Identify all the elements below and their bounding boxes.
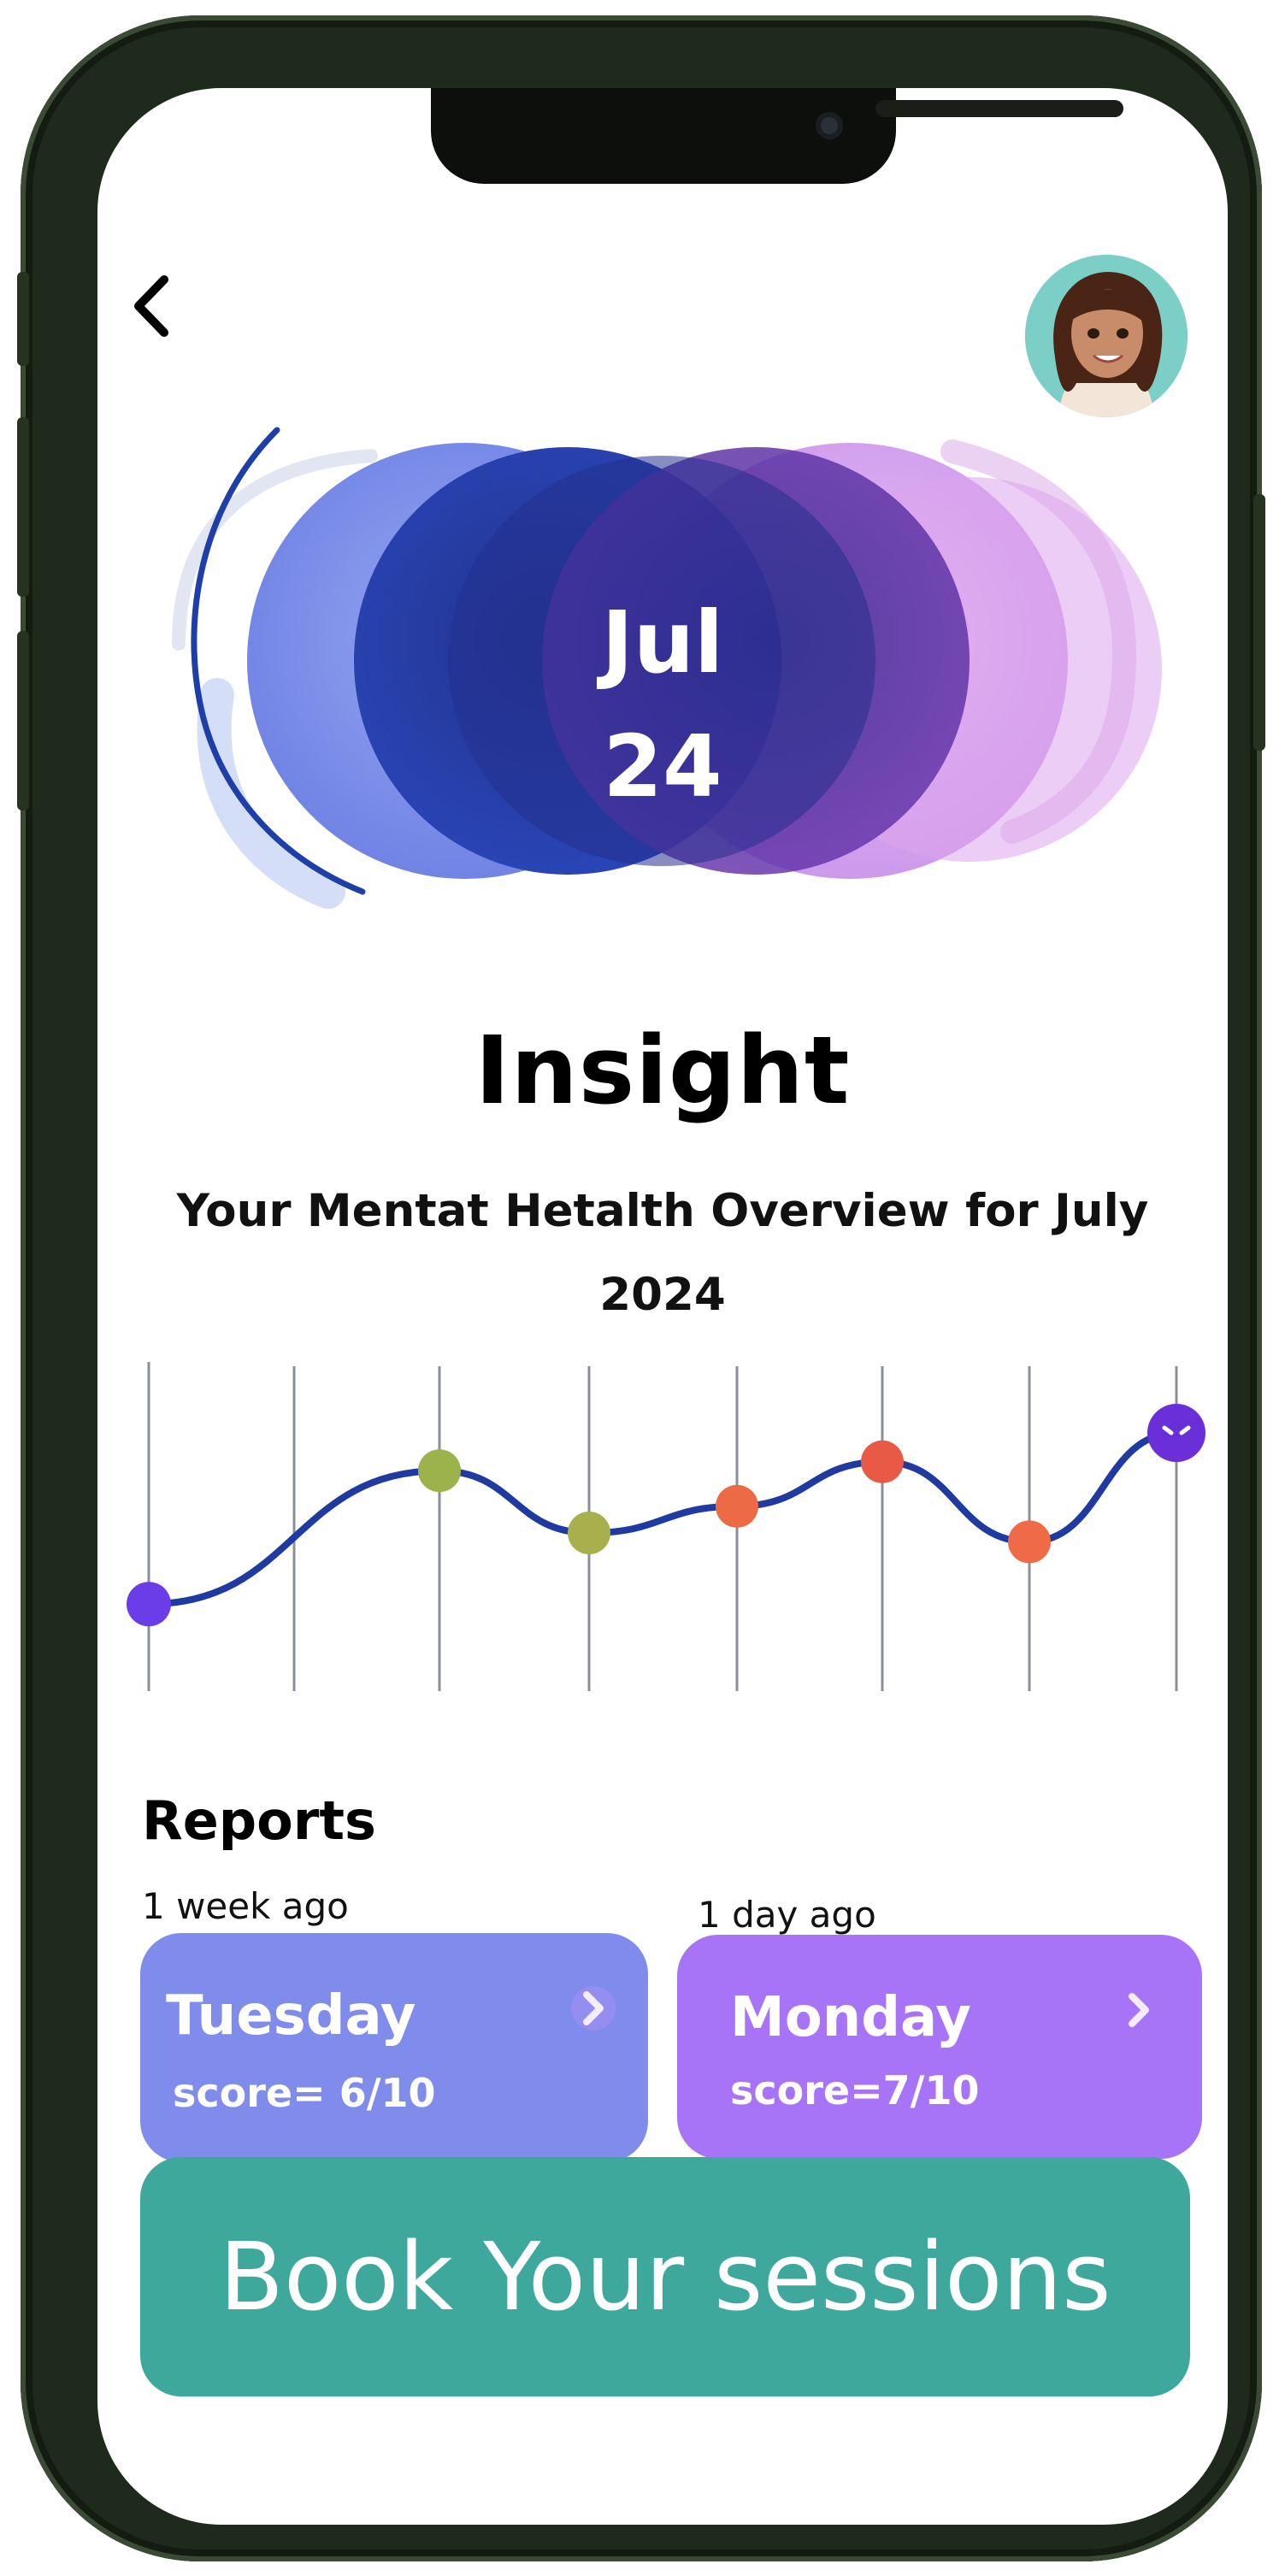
report-card-tuesday[interactable]: Tuesday score= 6/10: [140, 1933, 648, 2162]
chevron-right-icon: [1129, 1993, 1149, 2027]
report-score-tuesday: score= 6/10: [173, 2070, 436, 2116]
mood-point: [861, 1440, 904, 1483]
date-month: Jul: [601, 592, 724, 693]
mood-point: [716, 1484, 758, 1528]
volume-up-button: [17, 417, 29, 597]
date-orb: Jul 24: [97, 387, 1228, 917]
volume-down-button: [17, 631, 29, 811]
book-sessions-button[interactable]: Book Your sessions: [140, 2157, 1190, 2396]
report-score-monday: score=7/10: [730, 2067, 980, 2113]
back-button[interactable]: [115, 268, 192, 345]
phone-frame: Jul 24 Insight Your Mentat Hetalth Overv…: [17, 15, 1265, 2561]
report-day-tuesday: Tuesday: [166, 1984, 416, 2048]
mood-point: [418, 1449, 461, 1493]
notch: [431, 88, 1123, 184]
front-camera: [816, 112, 843, 139]
chevron-left-icon: [134, 275, 168, 337]
mute-switch: [17, 272, 29, 366]
report-ago-tuesday: 1 week ago: [142, 1885, 349, 1927]
report-card-monday[interactable]: Monday score=7/10: [677, 1935, 1202, 2159]
report-ago-monday: 1 day ago: [698, 1894, 876, 1936]
mood-chart-svg: [127, 1362, 1205, 1691]
page-subtitle: Your Mentat Hetalth Overview for July 20…: [176, 1185, 1149, 1321]
page-title: Insight: [475, 1016, 851, 1125]
chevron-right-icon: [571, 1986, 616, 2031]
mood-chart: [97, 1362, 1228, 1704]
mood-point: [1147, 1404, 1205, 1462]
mood-point: [127, 1582, 171, 1627]
report-day-monday: Monday: [730, 1986, 971, 2049]
mood-point: [568, 1512, 610, 1554]
speaker: [875, 100, 1123, 117]
power-button: [1253, 494, 1265, 751]
mood-point: [1008, 1520, 1051, 1564]
mood-line: [145, 1429, 1180, 1608]
app-screen: Jul 24 Insight Your Mentat Hetalth Overv…: [97, 88, 1228, 2525]
reports-heading: Reports: [142, 1789, 376, 1852]
date-day: 24: [603, 716, 722, 816]
